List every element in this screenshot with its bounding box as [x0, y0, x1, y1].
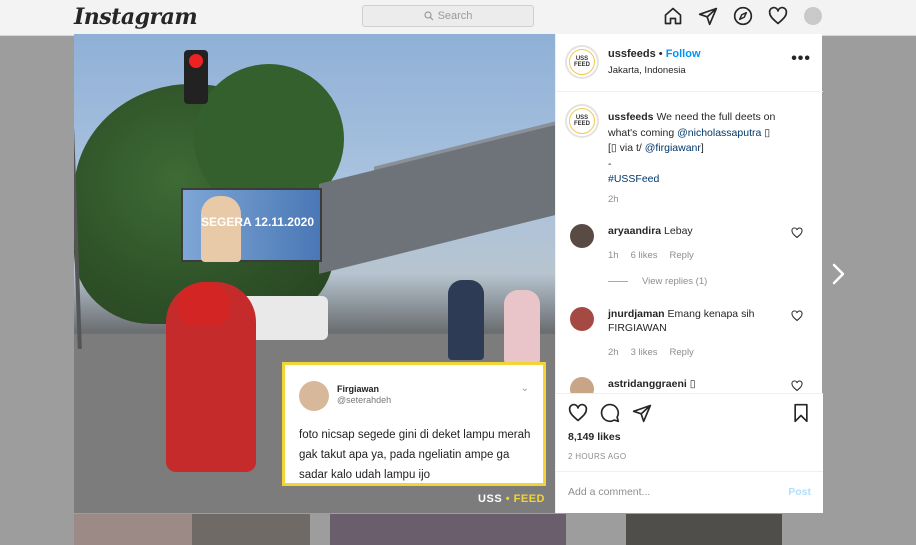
comment-meta: 2h 3 likes Reply [608, 347, 694, 358]
mention-link[interactable]: @nicholassaputra [677, 127, 761, 139]
helmet [178, 282, 230, 326]
commenter-username[interactable]: aryaandira [608, 225, 661, 237]
instagram-logo[interactable]: Instagram [74, 4, 198, 30]
bookmark-icon[interactable] [791, 403, 811, 423]
search-placeholder: Search [437, 10, 473, 22]
home-icon[interactable] [662, 5, 684, 27]
like-count[interactable]: 8,149 likes [568, 431, 621, 443]
commenter-avatar[interactable] [570, 307, 594, 331]
comment-time: 1h [608, 250, 619, 261]
comment-meta: 1h 6 likes Reply [608, 250, 694, 261]
follow-button[interactable]: Follow [666, 48, 701, 60]
view-replies-button[interactable]: View replies (1) [608, 276, 707, 287]
tweet-avatar [299, 381, 329, 411]
comment-text: aryaandira Lebay [608, 225, 693, 237]
hashtag-link[interactable]: #USSFeed [608, 173, 659, 185]
grid-thumbnail[interactable] [626, 514, 782, 545]
post-comment-button[interactable]: Post [788, 486, 811, 498]
search-icon [423, 11, 433, 21]
tweet-name: Firgiawan [337, 384, 380, 394]
post-sidebar: USS FEED ussfeeds • Follow Jakarta, Indo… [555, 34, 823, 513]
tweet-handle: @seterahdeh [337, 395, 392, 405]
comment-likes[interactable]: 3 likes [631, 347, 658, 358]
post-modal: SEGERA 12.11.2020 Firgiawan @seterahdeh … [74, 34, 823, 513]
post-actions: 8,149 likes 2 HOURS AGO [556, 393, 823, 481]
comment: astridanggraeni ▯ [556, 377, 823, 393]
caption-avatar[interactable]: USS FEED [565, 104, 599, 138]
share-icon[interactable] [632, 403, 652, 423]
billboard-text: SEGERA 12.11.2020 [201, 215, 314, 229]
like-comment-heart-icon[interactable] [791, 227, 803, 239]
comment-time: 2h [608, 347, 619, 358]
commenter-avatar[interactable] [570, 377, 594, 393]
watermark: USS • FEED [478, 493, 545, 505]
comment: aryaandira Lebay 1h 6 likes Reply View r… [556, 224, 823, 287]
reply-button[interactable]: Reply [670, 250, 694, 261]
commenter-avatar[interactable] [570, 224, 594, 248]
add-comment-bar: Add a comment... Post [556, 471, 823, 513]
chevron-down-icon: ⌄ [520, 383, 529, 394]
comment: jnurdjaman Emang kenapa sih FIRGIAWAN 2h… [556, 307, 823, 367]
overpass-bridge [319, 124, 555, 274]
grid-thumbnail[interactable] [74, 514, 192, 545]
author-username[interactable]: ussfeeds • Follow [608, 48, 701, 60]
tweet-overlay: Firgiawan @seterahdeh ⌄ foto nicsap sege… [282, 362, 546, 486]
caption-username[interactable]: ussfeeds [608, 111, 654, 123]
add-comment-input[interactable]: Add a comment... [568, 486, 650, 498]
like-comment-heart-icon[interactable] [791, 310, 803, 322]
comment-text: jnurdjaman Emang kenapa sih FIRGIAWAN [608, 308, 755, 334]
commenter-username[interactable]: jnurdjaman [608, 308, 665, 320]
tweet-body: foto nicsap segede gini di deket lampu m… [299, 429, 531, 481]
more-options-icon[interactable]: ••• [791, 50, 811, 68]
divider [608, 281, 628, 282]
pedestrian [448, 280, 484, 360]
location-link[interactable]: Jakarta, Indonesia [608, 65, 686, 76]
billboard: SEGERA 12.11.2020 [181, 188, 322, 262]
comment-bubble-icon[interactable] [600, 403, 620, 423]
post-date[interactable]: 2 HOURS AGO [568, 452, 626, 461]
like-heart-icon[interactable] [568, 403, 588, 423]
search-input[interactable]: Search [362, 5, 534, 27]
like-comment-heart-icon[interactable] [791, 380, 803, 392]
comment-likes[interactable]: 6 likes [631, 250, 658, 261]
activity-heart-icon[interactable] [767, 5, 789, 27]
post-image[interactable]: SEGERA 12.11.2020 Firgiawan @seterahdeh … [74, 34, 555, 513]
reply-button[interactable]: Reply [670, 347, 694, 358]
author-avatar[interactable]: USS FEED [565, 45, 599, 79]
billboard-person [201, 196, 241, 262]
direct-icon[interactable] [697, 5, 719, 27]
commenter-username[interactable]: astridanggraeni [608, 378, 687, 390]
caption-text: ussfeeds We need the full deets on what'… [608, 111, 776, 185]
grid-thumbnail[interactable] [330, 514, 566, 545]
profile-avatar[interactable] [802, 5, 824, 27]
comment-text: astridanggraeni ▯ [608, 378, 696, 390]
mention-link[interactable]: @firgiawanr [645, 142, 701, 154]
pedestrian [504, 290, 540, 364]
red-light [189, 54, 203, 68]
top-navigation: Instagram Search [0, 0, 916, 36]
post-header: USS FEED ussfeeds • Follow Jakarta, Indo… [556, 34, 823, 92]
grid-thumbnail[interactable] [192, 514, 310, 545]
next-post-arrow-icon[interactable] [826, 262, 850, 286]
caption-time: 2h [608, 194, 619, 205]
explore-icon[interactable] [732, 5, 754, 27]
